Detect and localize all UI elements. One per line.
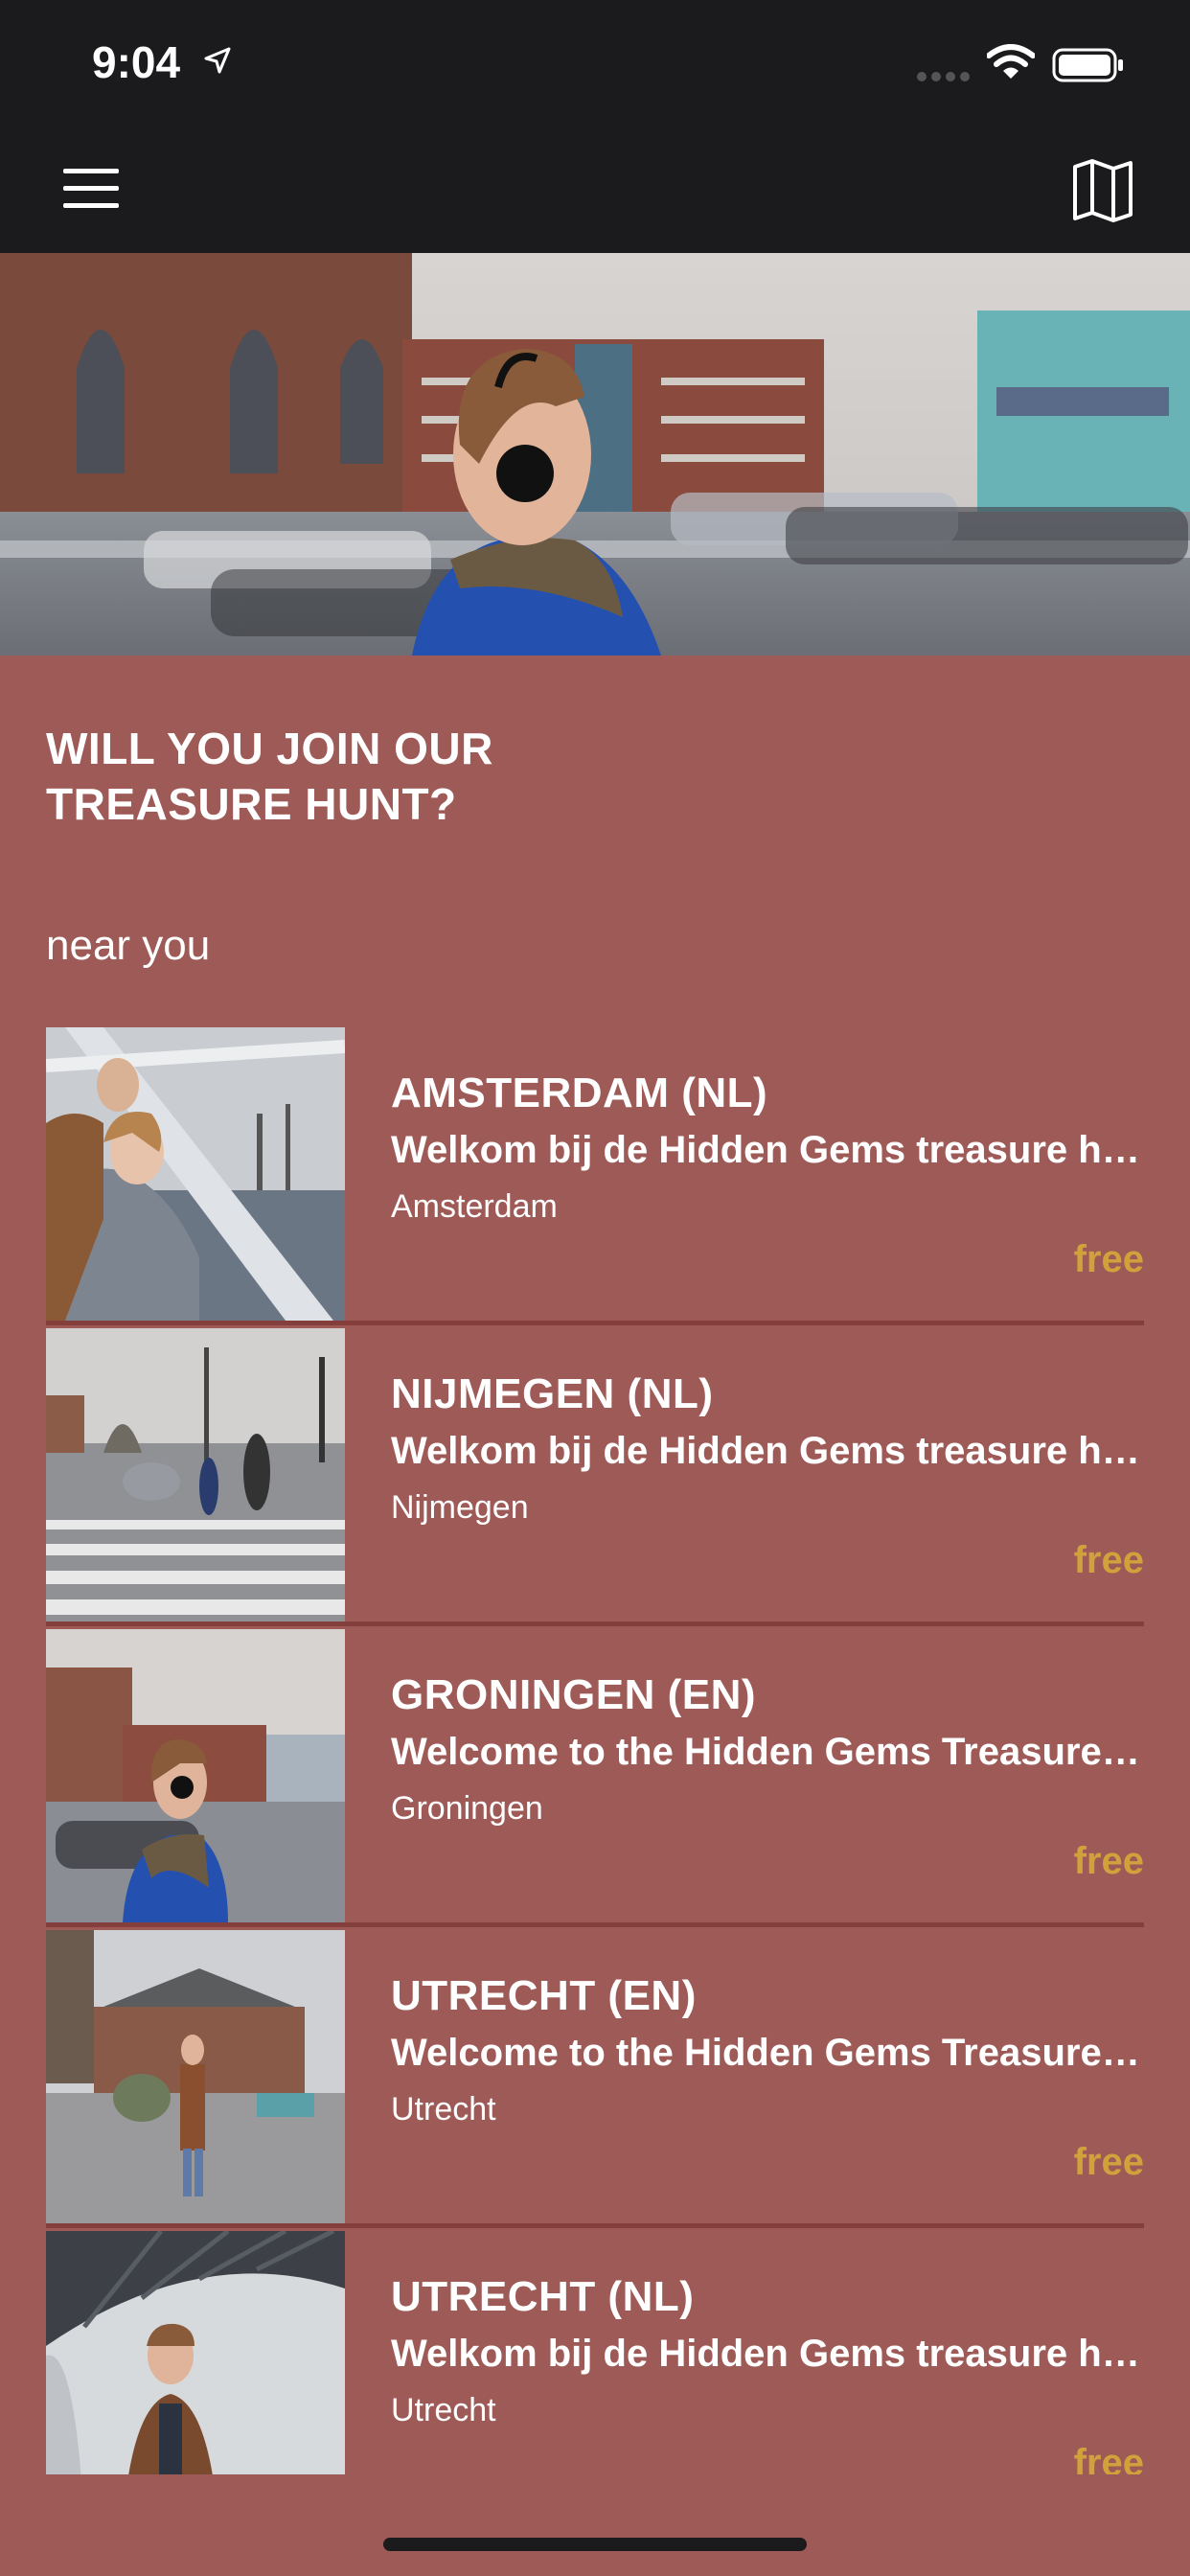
tour-title: AMSTERDAM (NL)	[391, 1070, 768, 1116]
tour-item-amsterdam-nl[interactable]: AMSTERDAM (NL) Welkom bij de Hidden Gems…	[46, 1025, 1144, 1325]
tour-title: UTRECHT (NL)	[391, 2273, 695, 2320]
tour-price: free	[1073, 2442, 1144, 2474]
tour-thumbnail	[46, 1328, 345, 1622]
tour-item-groningen-en[interactable]: GRONINGEN (EN) Welcome to the Hidden Gem…	[46, 1627, 1144, 1927]
tour-description: Welcome to the Hidden Gems Treasure Hunt…	[391, 2032, 1144, 2074]
tour-thumbnail	[46, 1027, 345, 1321]
menu-button[interactable]	[63, 165, 119, 215]
status-bar: 9:04	[0, 0, 1190, 126]
tour-item-nijmegen-nl[interactable]: NIJMEGEN (NL) Welkom bij de Hidden Gems …	[46, 1326, 1144, 1626]
tour-description: Welkom bij de Hidden Gems treasure hunt …	[391, 1430, 1144, 1472]
hamburger-icon-line	[63, 203, 119, 208]
home-indicator[interactable]	[383, 2538, 807, 2551]
tour-price: free	[1073, 1238, 1144, 1280]
tour-title: GRONINGEN (EN)	[391, 1671, 756, 1718]
tour-description: Welkom bij de Hidden Gems treasure hunt …	[391, 1129, 1144, 1171]
tour-title: UTRECHT (EN)	[391, 1972, 697, 2019]
tour-thumbnail	[46, 2231, 345, 2474]
tour-description: Welkom bij de Hidden Gems treasure hunt …	[391, 2333, 1144, 2375]
map-icon[interactable]	[1071, 157, 1134, 224]
hamburger-icon	[63, 169, 119, 173]
tour-city: Groningen	[391, 1790, 543, 1827]
tour-price: free	[1073, 2141, 1144, 2183]
tour-city: Utrecht	[391, 2392, 496, 2428]
tour-list[interactable]: AMSTERDAM (NL) Welkom bij de Hidden Gems…	[46, 1025, 1144, 2474]
wifi-icon	[987, 44, 1035, 79]
hero-banner-image	[0, 253, 1190, 656]
hamburger-icon-line	[63, 186, 119, 191]
tour-thumbnail	[46, 1629, 345, 1922]
battery-icon	[1052, 48, 1123, 82]
tour-city: Utrecht	[391, 2091, 496, 2128]
tour-price: free	[1073, 1840, 1144, 1882]
nav-bar	[0, 126, 1190, 253]
tour-thumbnail	[46, 1930, 345, 2223]
location-arrow-icon	[204, 47, 231, 74]
tour-item-utrecht-nl[interactable]: UTRECHT (NL) Welkom bij de Hidden Gems t…	[46, 2229, 1144, 2474]
tour-description: Welcome to the Hidden Gems Treasure Hunt…	[391, 1731, 1144, 1773]
tour-title: NIJMEGEN (NL)	[391, 1370, 714, 1417]
section-label: near you	[46, 922, 211, 969]
tour-city: Amsterdam	[391, 1188, 558, 1225]
tour-city: Nijmegen	[391, 1489, 529, 1526]
tour-price: free	[1073, 1539, 1144, 1581]
status-time: 9:04	[92, 37, 181, 87]
page-heading: WILL YOU JOIN OUR TREASURE HUNT?	[46, 724, 493, 829]
cellular-signal-icon	[917, 72, 970, 81]
tour-item-utrecht-en[interactable]: UTRECHT (EN) Welcome to the Hidden Gems …	[46, 1928, 1144, 2228]
